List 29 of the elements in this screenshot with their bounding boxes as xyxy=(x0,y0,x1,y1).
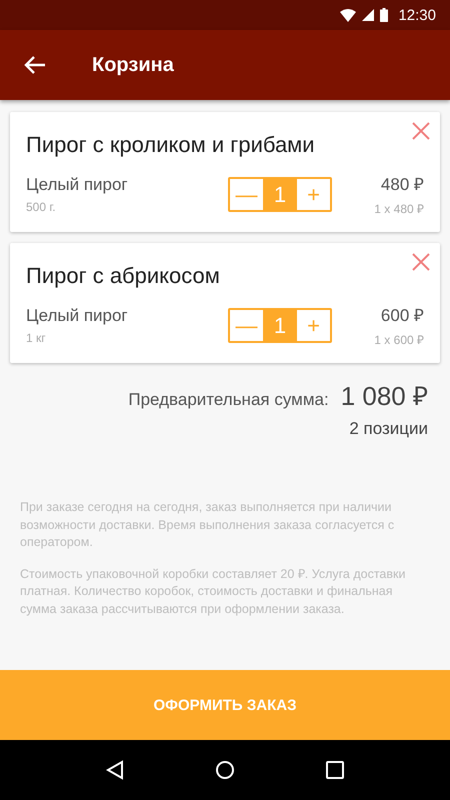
back-icon[interactable] xyxy=(106,760,124,780)
product-variant: Целый пирог xyxy=(26,306,129,326)
screen-title: Корзина xyxy=(92,54,174,76)
item-price: 600 ₽ xyxy=(380,305,424,326)
subtotal-amount: 1 080 ₽ xyxy=(340,380,428,413)
item-price: 480 ₽ xyxy=(380,174,424,195)
signal-icon xyxy=(362,9,374,21)
quantity-value: 1 xyxy=(263,310,297,341)
product-variant: Целый пирог xyxy=(26,175,129,195)
product-weight: 500 г. xyxy=(26,200,57,214)
recents-icon[interactable] xyxy=(326,761,344,779)
home-icon[interactable] xyxy=(214,760,235,780)
info-note: При заказе сегодня на сегодня, заказ выполняется при наличии возможности доставки. Время выполнения заказа согласуется с оператором. xyxy=(20,499,396,551)
unit-price: 1 x 480 ₽ xyxy=(374,201,424,217)
product-name: Пирог с кроликом и грибами xyxy=(26,132,315,158)
quantity-value: 1 xyxy=(263,179,297,210)
clock-time: 12:30 xyxy=(398,6,436,24)
close-icon[interactable] xyxy=(412,253,430,271)
checkout-button[interactable]: ОФОРМИТЬ ЗАКАЗ xyxy=(0,670,450,740)
subtotal-label: Предварительная сумма: xyxy=(128,390,329,410)
wifi-icon xyxy=(340,8,356,22)
close-icon[interactable] xyxy=(412,122,430,140)
product-weight: 1 кг xyxy=(26,331,47,345)
unit-price: 1 x 600 ₽ xyxy=(374,332,424,348)
info-note: Стоимость упаковочной коробки составляет 20 ₽. Услуга доставки платная. Количество коробок, стоимость доставки и финальная сумма заказа рассчитываются при оформлении заказа. xyxy=(20,566,406,618)
product-name: Пирог с абрикосом xyxy=(26,263,220,289)
battery-icon xyxy=(380,8,388,22)
back-arrow-icon[interactable] xyxy=(24,55,46,75)
item-count: 2 позиции xyxy=(349,419,428,439)
